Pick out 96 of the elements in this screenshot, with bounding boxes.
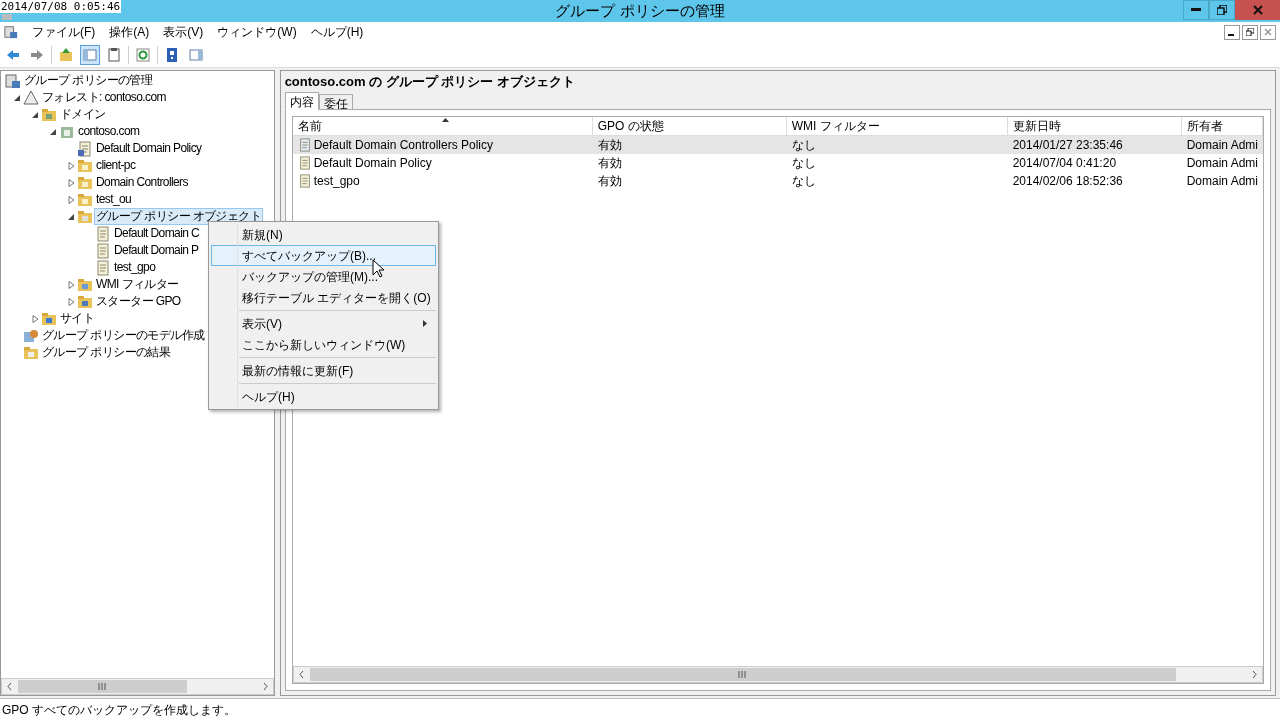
column-header[interactable]: 更新日時 [1007,117,1182,135]
table-row[interactable]: Default Domain Policy 有効 なし 2014/07/04 0:41:20 Domain Admi [292,154,1263,172]
pane-icon [82,46,98,63]
tree-item[interactable]: Default Domain C [112,225,202,242]
close-icon [1264,28,1272,36]
tab[interactable]: 内容 [284,92,319,110]
menu-item[interactable]: ウィンドウ(W) [217,23,297,41]
tree-scrollbar[interactable] [1,678,274,695]
restore-icon [1246,28,1254,36]
column-header[interactable]: GPO の状態 [592,117,787,135]
table-cell-text: test_gpo [313,173,360,190]
refresh-icon [135,46,151,63]
tree-item[interactable]: サイト [58,310,97,327]
expand-icon[interactable] [31,314,39,323]
close-button[interactable] [1235,0,1280,20]
tree-item[interactable]: グループ ポリシーのモデル作成 [40,327,207,344]
tree-item[interactable]: WMI フィルター [94,276,181,293]
minimize-button[interactable] [1183,0,1209,20]
context-menu-item[interactable]: ここから新しいウィンドウ(W) [211,334,436,355]
document-icon [95,242,111,259]
tree-item[interactable]: ドメイン [58,106,108,123]
menu-item[interactable]: ヘルプ(H) [310,23,364,41]
context-menu-item[interactable]: バックアップの管理(M)... [211,266,436,287]
table-cell-text: 有効 [597,173,622,190]
table-cell-text: Domain Admi [1186,155,1258,172]
window-title: グループ ポリシーの管理 [555,1,725,21]
triangle-icon [23,89,39,106]
tree-item[interactable]: グループ ポリシー オブジェクト [94,208,264,225]
expand-icon[interactable] [67,195,75,204]
context-menu-item[interactable]: 最新の情報に更新(F) [211,360,436,381]
context-menu-item[interactable]: ヘルプ(H) [211,386,436,407]
table-cell-text: 有効 [597,137,622,154]
collapse-icon[interactable] [13,93,21,102]
table-cell-text: 2014/02/06 18:52:36 [1012,173,1123,190]
restore-icon [1217,5,1227,15]
table-cell-text: 2014/01/27 23:35:46 [1012,137,1123,154]
expand-icon[interactable] [67,161,75,170]
tree-item[interactable]: フォレスト: contoso.com [40,89,168,106]
tree-item[interactable]: test_gpo [112,259,158,276]
clipboard-icon [106,46,122,63]
table-row[interactable]: Default Domain Controllers Policy 有効 なし 2014/01/27 23:35:46 Domain Admi [292,136,1263,154]
mdi-restore-button[interactable] [1242,24,1258,40]
grip-icon [97,683,107,690]
column-header[interactable]: WMI フィルター [786,117,1008,135]
menu-item[interactable]: ファイル(F) [32,23,96,41]
tree-item[interactable]: Default Domain P [112,242,201,259]
collapse-icon[interactable] [31,110,39,119]
tree-item[interactable]: contoso.com [76,123,142,140]
document-icon [95,225,111,242]
folder-up-icon [58,46,74,63]
table-cell-text: 2014/07/04 0:41:20 [1012,155,1117,172]
column-header[interactable]: 所有者 [1181,117,1263,135]
tree-item[interactable]: グループ ポリシーの管理 [22,72,155,89]
mdi-minimize-button[interactable] [1224,24,1240,40]
table-cell-text: なし [791,155,816,172]
sort-arrow-icon [442,118,450,122]
tree-item[interactable]: Default Domain Policy [94,140,204,157]
document-icon [297,155,312,171]
column-header[interactable]: 名前 [292,117,593,135]
restore-button[interactable] [1209,0,1235,20]
menu-item[interactable]: 表示(V) [163,23,204,41]
pane-title: contoso.com の グループ ポリシー オブジェクト [284,73,576,91]
expand-icon[interactable] [67,280,75,289]
minimize-icon [1191,8,1201,12]
table-scrollbar[interactable] [292,666,1263,683]
tree-item[interactable]: スターター GPO [94,293,183,310]
context-menu-item[interactable]: 移行テーブル エディターを開く(O) [211,287,436,308]
table-cell-text: Domain Admi [1186,137,1258,154]
document-icon [297,137,312,153]
context-menu-item[interactable]: すべてバックアップ(B)... [211,245,436,266]
document-icon [297,173,312,189]
status-text: GPO すべてのバックアップを作成します。 [2,701,236,719]
tree-item[interactable]: Domain Controllers [94,174,190,191]
table-cell-text: Domain Admi [1186,173,1258,190]
document-icon [95,259,111,276]
table-cell-text: なし [791,173,816,190]
close-icon [1252,5,1263,15]
expand-icon[interactable] [67,178,75,187]
collapse-icon[interactable] [49,127,57,136]
context-menu-item[interactable]: 新規(N) [211,224,436,245]
table-cell-text: Default Domain Controllers Policy [313,137,494,154]
table-row[interactable]: test_gpo 有効 なし 2014/02/06 18:52:36 Domain Admi [292,172,1263,190]
pane-icon [188,46,204,63]
grip-icon [738,671,748,678]
clock-text: 2014/07/08 0:05:46 [0,0,122,13]
tree-item[interactable]: test_ou [94,191,134,208]
context-menu-item[interactable]: 表示(V) [211,313,436,334]
table-cell-text: 有効 [597,155,622,172]
expand-icon[interactable] [67,297,75,306]
console-icon [4,25,18,39]
tree-item[interactable]: client-pc [94,157,138,174]
collapse-icon[interactable] [67,212,75,221]
menu-item[interactable]: 操作(A) [109,23,150,41]
table-cell-text: Default Domain Policy [313,155,432,172]
table-cell-text: なし [791,137,816,154]
tree-item[interactable]: グループ ポリシーの結果 [40,344,173,361]
